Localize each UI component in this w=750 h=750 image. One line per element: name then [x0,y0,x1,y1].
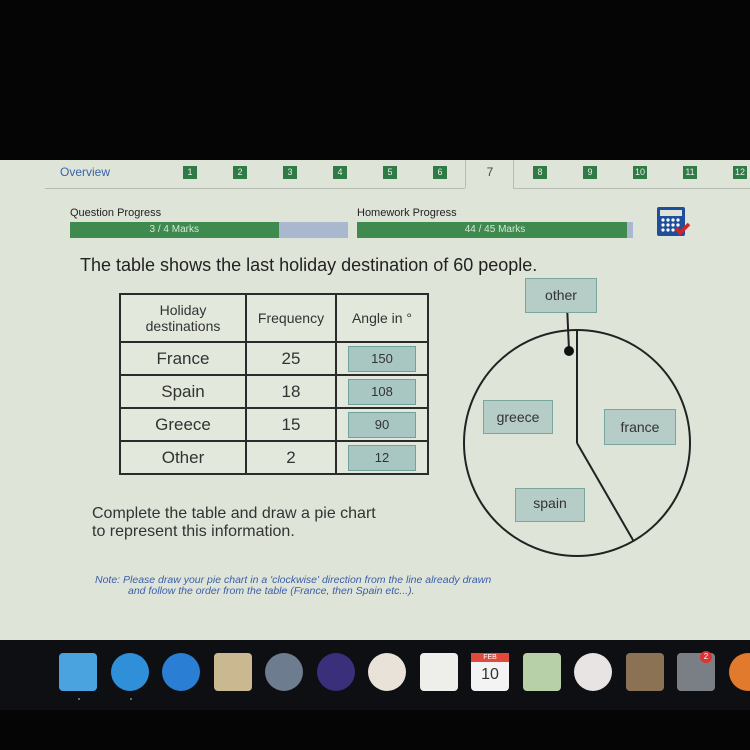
app-store-icon[interactable] [162,653,200,691]
safari-icon[interactable] [110,653,149,691]
pie-chart[interactable] [0,160,750,640]
browser-content: Overview 1 2 3 4 5 6 7 8 9 10 11 12 Question Progre… [0,160,750,640]
calendar-day: 10 [481,666,499,683]
macos-dock: FEB 10 [0,640,750,710]
running-indicator [129,698,132,700]
notes-icon[interactable] [625,653,664,691]
photos-icon[interactable] [368,653,406,691]
label-greece[interactable]: greece [483,400,553,434]
pie-sector-line [576,442,635,542]
notification-badge: 2 [700,651,712,663]
reminders-icon[interactable] [419,653,458,691]
label-spain[interactable]: spain [515,488,585,522]
launchpad-icon[interactable] [265,653,303,691]
calendar-month: FEB [471,653,509,662]
finder-icon[interactable] [59,653,97,691]
calendar-icon[interactable]: FEB 10 [471,653,509,691]
label-france[interactable]: france [604,409,676,445]
mail-icon[interactable] [213,653,252,691]
books-icon[interactable] [728,653,750,691]
label-other[interactable]: other [525,278,597,313]
news-icon[interactable] [574,653,612,691]
drag-handle[interactable] [564,346,574,356]
siri-icon[interactable] [316,653,355,691]
running-indicator [78,698,80,700]
maps-icon[interactable] [522,653,561,691]
